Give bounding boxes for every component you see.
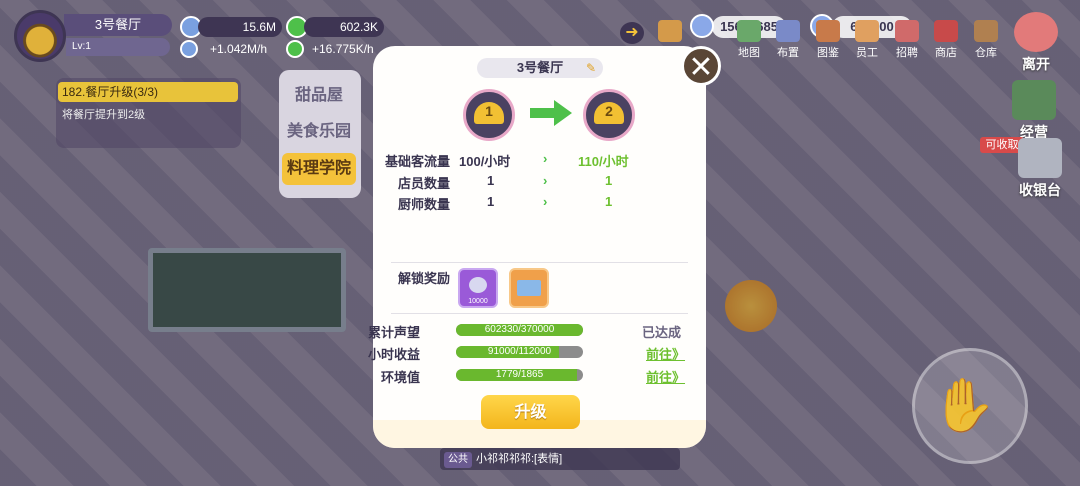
menu-board-icon: [1012, 80, 1056, 120]
restaurant-avatar[interactable]: [14, 10, 66, 62]
nav-decorate-label: 布置: [777, 47, 799, 59]
req-progress-hourly-income: 91000/112000: [456, 346, 583, 358]
staff-icon: [855, 20, 879, 42]
tab-dessert-house[interactable]: 甜品屋: [282, 80, 356, 112]
leave-button[interactable]: 离开: [1006, 12, 1066, 74]
level-arrow-icon: [530, 100, 572, 126]
arrow-right-icon[interactable]: ➜: [620, 22, 644, 44]
goto-hourly-income-link[interactable]: 前往》: [646, 344, 685, 363]
map-icon: [737, 20, 761, 42]
shop-icon: [934, 20, 958, 42]
chat-bar[interactable]: 公共 小祁祁祁祁:[表情]: [440, 448, 680, 470]
req-progress-environment: 1779/1865: [456, 369, 583, 381]
restaurant-level: Lv:1: [66, 38, 170, 56]
current-level-badge: 1: [463, 89, 515, 141]
close-icon: ✕: [688, 51, 714, 84]
chat-channel-tag: 公共: [444, 452, 472, 468]
req-progress-reputation: 602330/370000: [456, 324, 583, 336]
current-level-number: 1: [485, 103, 493, 119]
nav-shop[interactable]: 商店: [928, 20, 964, 60]
close-button[interactable]: ✕: [681, 46, 721, 86]
nav-warehouse[interactable]: 仓库: [968, 20, 1004, 60]
leave-label: 离开: [1022, 56, 1050, 72]
coin-rate: +1.042M/h: [210, 42, 268, 56]
coin-balance: 15.6M: [198, 17, 282, 37]
task-description: 将餐厅提升到2级: [62, 109, 146, 121]
recruit-icon: [895, 20, 919, 42]
chevron-right-icon: ›: [543, 194, 548, 209]
tab-cooking-academy[interactable]: 料理学院: [282, 153, 356, 185]
reward-ticket-item[interactable]: [509, 268, 549, 308]
req-label-reputation: 累计声望: [367, 325, 420, 340]
chevron-right-icon: ›: [543, 151, 548, 166]
goto-environment-link[interactable]: 前往》: [646, 367, 685, 386]
nav-map[interactable]: 地图: [731, 20, 767, 60]
dialog-title[interactable]: 3号餐厅: [477, 58, 603, 78]
upgrade-button[interactable]: 升级: [481, 395, 580, 429]
chevron-right-icon: ›: [543, 173, 548, 188]
nav-recruit[interactable]: 招聘: [889, 20, 925, 60]
stat-label-staff: 店员数量: [397, 176, 450, 191]
stat-label-customer-flow: 基础客流量: [384, 154, 450, 169]
stat-next-staff: 1: [605, 173, 613, 188]
task-icon: [658, 20, 682, 42]
next-level-number: 2: [605, 103, 613, 119]
task-title[interactable]: 182.餐厅升级(3/3): [58, 82, 238, 102]
nav-decorate[interactable]: 布置: [770, 20, 806, 60]
nav-warehouse-label: 仓库: [975, 47, 997, 59]
req-label-hourly-income: 小时收益: [367, 347, 420, 362]
gem-icon: [469, 277, 487, 293]
req-value-environment: 1779/1865: [495, 369, 544, 380]
cashier-button[interactable]: 收银台: [1010, 138, 1070, 200]
req-label-environment: 环境值: [380, 370, 420, 385]
req-value-hourly-income: 91000/112000: [487, 346, 552, 357]
tab-food-park[interactable]: 美食乐园: [282, 116, 356, 148]
nav-map-label: 地图: [738, 47, 760, 59]
nav-collection[interactable]: 图鉴: [810, 20, 846, 60]
reputation-rate-icon: [286, 40, 304, 58]
gem-icon: [690, 14, 714, 38]
reputation-rate: +16.775K/h: [312, 42, 374, 56]
nav-staff[interactable]: 员工: [849, 20, 885, 60]
reward-gem-count: 10000: [468, 298, 488, 305]
divider: [391, 262, 688, 263]
cash-register-icon: [1018, 138, 1062, 178]
chat-message: 小祁祁祁祁:[表情]: [476, 453, 563, 465]
collection-icon: [816, 20, 840, 42]
nav-shop-label: 商店: [935, 47, 957, 59]
stat-current-staff: 1: [487, 173, 495, 188]
stat-current-customer-flow: 100/小时: [459, 154, 511, 169]
hand-icon[interactable]: ✋: [928, 370, 1000, 442]
stat-next-chefs: 1: [605, 194, 613, 209]
rewards-label: 解锁奖励: [397, 271, 450, 286]
nav-recruit-label: 招聘: [896, 47, 918, 59]
restaurant-name: 3号餐厅: [64, 14, 172, 36]
next-level-badge: 2: [583, 89, 635, 141]
stat-next-customer-flow: 110/小时: [578, 154, 629, 169]
warehouse-icon: [974, 20, 998, 42]
req-value-reputation: 602330/370000: [484, 324, 555, 335]
req-status-reputation: 已达成: [642, 325, 682, 340]
decorate-icon: [776, 20, 800, 42]
reward-gem-item[interactable]: 10000: [458, 268, 498, 308]
nav-staff-label: 员工: [856, 47, 878, 59]
door-icon: [1014, 12, 1058, 52]
divider: [391, 313, 688, 314]
stat-label-chefs: 厨师数量: [397, 197, 450, 212]
edit-name-icon[interactable]: ✎: [586, 61, 600, 75]
nav-collection-label: 图鉴: [817, 47, 839, 59]
reputation-balance: 602.3K: [304, 17, 384, 37]
stat-current-chefs: 1: [487, 194, 495, 209]
coin-rate-icon: [180, 40, 198, 58]
cashier-label: 收银台: [1019, 182, 1061, 198]
manage-button[interactable]: 经营: [1004, 80, 1064, 142]
ticket-icon: [517, 280, 541, 296]
